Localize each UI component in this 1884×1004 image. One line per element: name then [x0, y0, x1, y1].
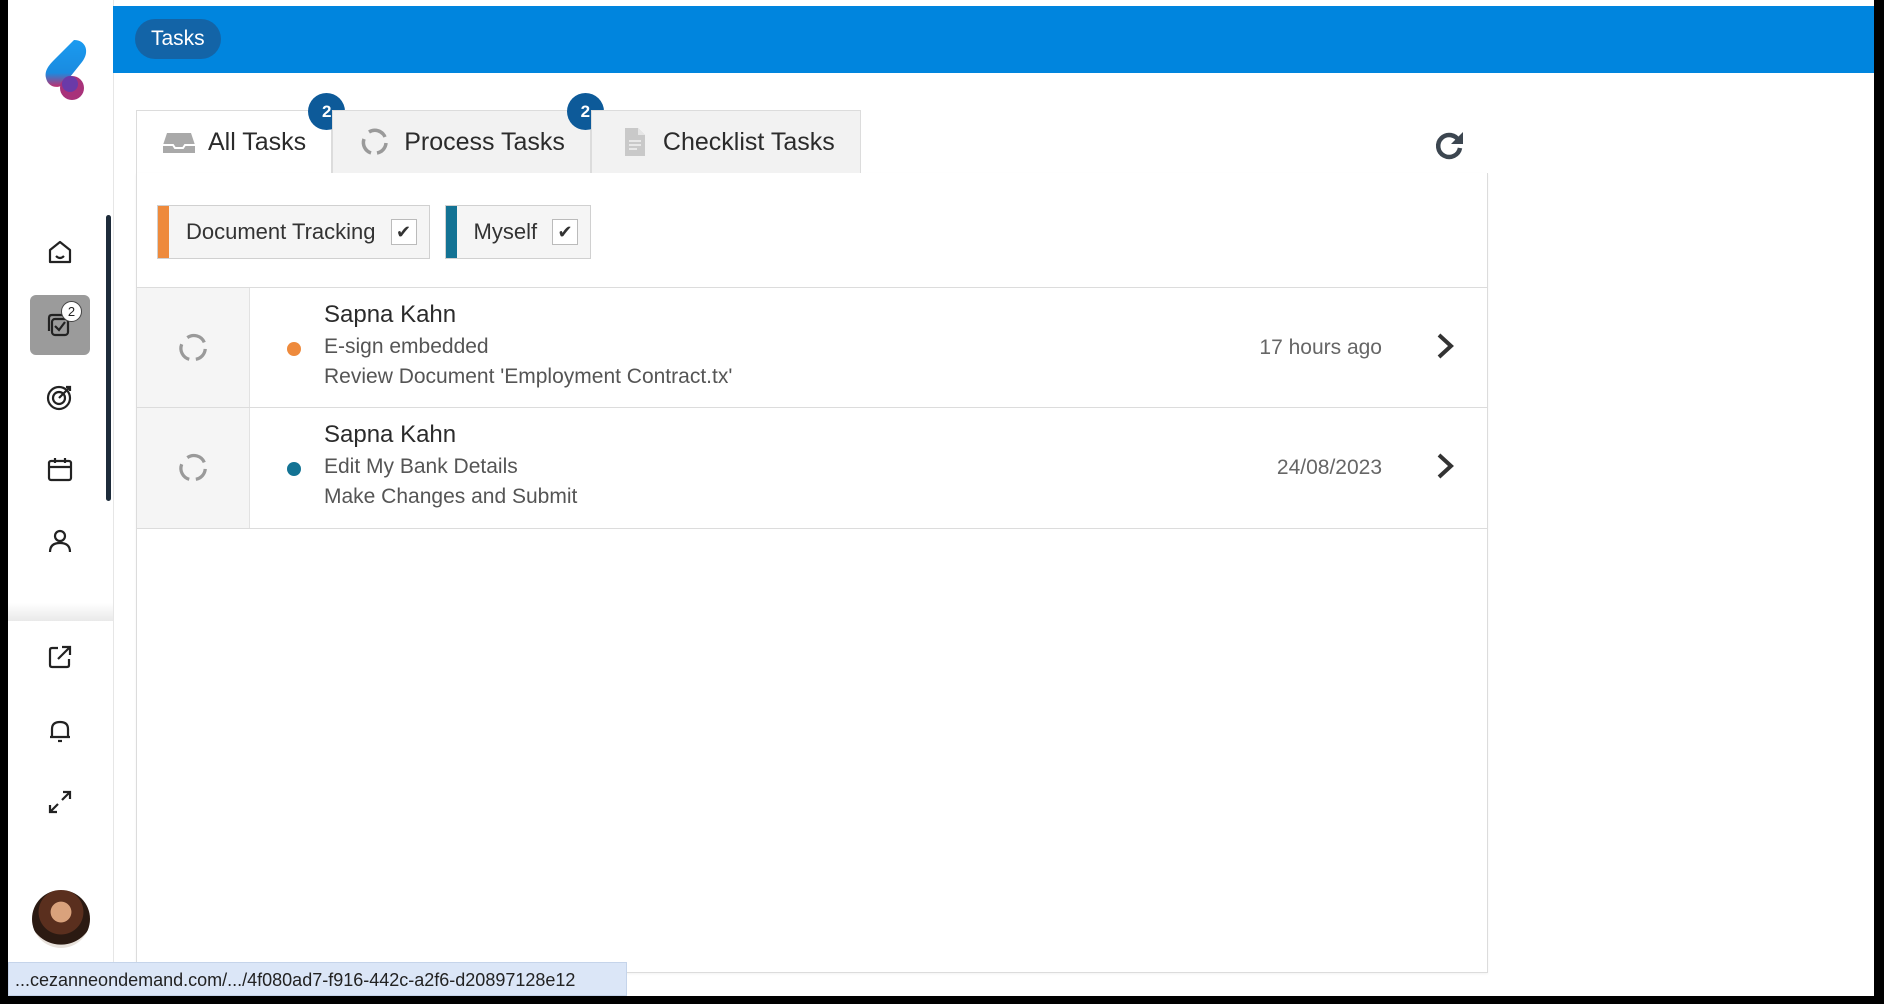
app-logo[interactable] [36, 36, 92, 104]
sidebar-item-calendar[interactable] [30, 439, 90, 499]
chevron-right-icon[interactable] [1433, 330, 1457, 362]
status-dot [287, 462, 301, 476]
tab-process-tasks[interactable]: Process Tasks 2 [332, 93, 604, 174]
inbox-icon [163, 133, 195, 153]
status-url: ...cezanneondemand.com/.../4f080ad7-f916… [8, 962, 627, 996]
task-type: E-sign embedded [324, 335, 489, 358]
process-icon [179, 453, 207, 481]
sidebar-item-external[interactable] [30, 627, 90, 687]
filter-chip-document-tracking[interactable]: Document Tracking ✔ [157, 205, 430, 259]
task-timestamp: 24/08/2023 [1276, 456, 1382, 479]
sidebar-item-goals[interactable] [30, 367, 90, 427]
process-icon [179, 333, 207, 361]
home-icon [48, 240, 72, 264]
top-bar: Tasks [113, 6, 1874, 73]
filter-color-marker [158, 206, 169, 258]
tab-checklist-tasks[interactable]: Checklist Tasks [590, 110, 861, 174]
chevron-right-icon[interactable] [1433, 450, 1457, 482]
tasks-panel: Document Tracking ✔ Myself ✔ Sapna Kahn … [136, 173, 1488, 973]
sidebar-item-profile[interactable] [30, 511, 90, 571]
filter-label: Document Tracking [186, 219, 376, 244]
process-icon [361, 128, 388, 155]
task-description: Make Changes and Submit [324, 485, 578, 508]
status-dot [287, 342, 301, 356]
task-description: Review Document 'Employment Contract.tx' [324, 365, 733, 388]
target-icon [46, 385, 72, 411]
sidebar: 2 [8, 0, 114, 996]
page-title[interactable]: Tasks [135, 19, 221, 59]
sidebar-item-tasks[interactable]: 2 [30, 295, 90, 355]
task-row[interactable]: Sapna Kahn E-sign embedded Review Docume… [137, 287, 1487, 408]
calendar-icon [47, 458, 73, 482]
task-type-cell [137, 408, 250, 528]
task-row[interactable]: Sapna Kahn Edit My Bank Details Make Cha… [137, 407, 1487, 529]
person-icon [48, 529, 72, 553]
sidebar-divider [8, 603, 113, 621]
avatar[interactable] [32, 890, 90, 948]
tab-label: Process Tasks [404, 127, 565, 156]
task-type: Edit My Bank Details [324, 455, 518, 478]
filter-checkbox[interactable]: ✔ [552, 219, 579, 245]
task-timestamp: 17 hours ago [1259, 336, 1382, 359]
document-icon [624, 128, 645, 156]
filter-chip-myself[interactable]: Myself ✔ [444, 205, 592, 259]
task-tabs: All Tasks 2 Process Tasks 2 Checklist Ta… [136, 93, 861, 174]
refresh-icon[interactable] [1432, 128, 1466, 162]
bell-icon [50, 720, 70, 743]
tasks-badge: 2 [61, 301, 82, 322]
sidebar-item-expand[interactable] [30, 772, 90, 832]
external-link-icon [48, 645, 72, 669]
expand-icon [48, 790, 72, 814]
sidebar-item-notifications[interactable] [30, 700, 90, 760]
filter-label: Myself [473, 219, 538, 244]
tab-label: Checklist Tasks [662, 127, 835, 156]
task-assignee: Sapna Kahn [324, 421, 457, 448]
task-assignee: Sapna Kahn [324, 301, 457, 328]
tab-label: All Tasks [208, 127, 307, 156]
filter-color-marker [445, 206, 457, 258]
sidebar-item-home[interactable] [30, 222, 90, 282]
tab-all-tasks[interactable]: All Tasks 2 [136, 93, 346, 174]
sidebar-scrollbar[interactable] [106, 215, 111, 501]
app-window: 2 Tasks All Tasks 2 Process Tasks 2 Chec… [8, 0, 1874, 996]
filter-checkbox[interactable]: ✔ [390, 219, 417, 245]
filter-bar: Document Tracking ✔ Myself ✔ [157, 205, 592, 259]
task-type-cell [137, 288, 250, 408]
